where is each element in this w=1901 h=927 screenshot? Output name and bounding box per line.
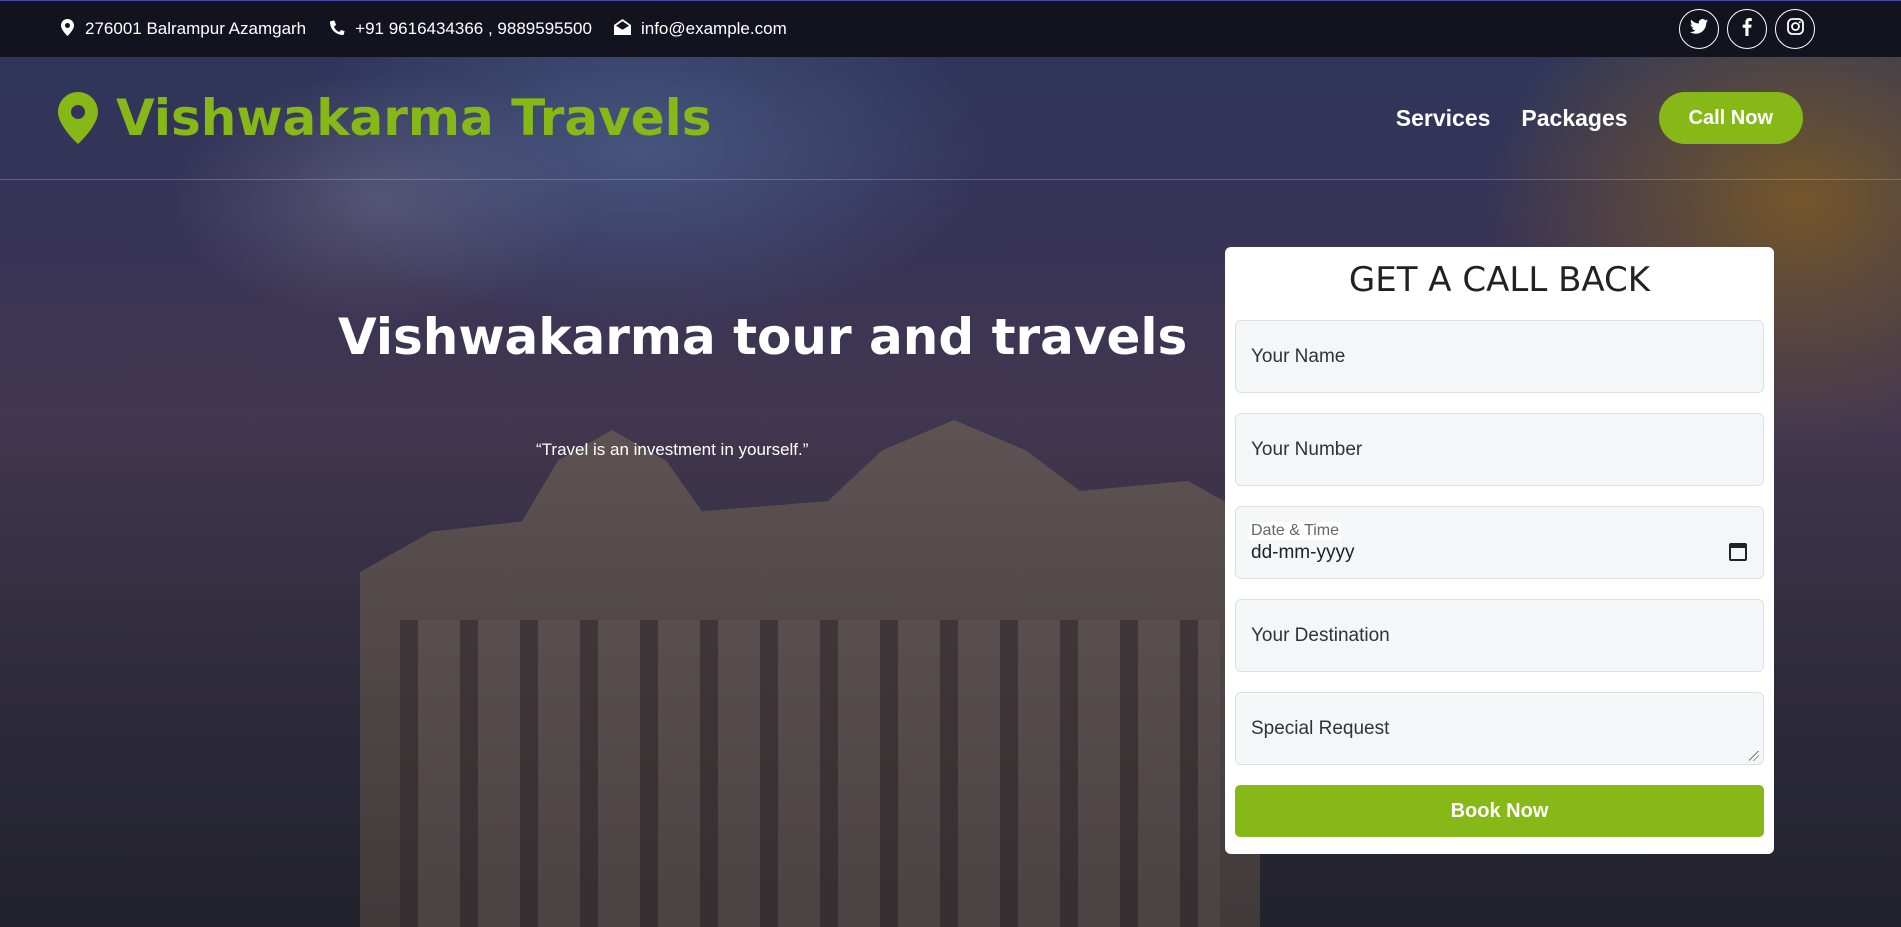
phone-item[interactable]: +91 9616434366 , 9889595500 [328, 19, 592, 40]
instagram-button[interactable] [1775, 9, 1815, 49]
calendar-icon[interactable] [1729, 543, 1747, 561]
facebook-button[interactable] [1727, 9, 1767, 49]
name-input[interactable]: Your Name [1235, 320, 1764, 393]
address-item: 276001 Balrampur Azamgarh [58, 18, 307, 40]
brand-name: Vishwakarma Travels [116, 89, 712, 147]
number-input[interactable]: Your Number [1235, 413, 1764, 486]
envelope-open-icon [614, 19, 632, 39]
form-title: GET A CALL BACK [1348, 260, 1651, 300]
destination-placeholder: Your Destination [1251, 624, 1390, 646]
resize-handle-icon[interactable] [1749, 751, 1759, 761]
phone-icon [328, 19, 346, 40]
date-value: dd-mm-yyyy [1251, 541, 1355, 563]
special-request-textarea[interactable]: Special Request [1235, 692, 1764, 765]
map-pin-icon [58, 18, 76, 40]
top-bar: 276001 Balrampur Azamgarh +91 9616434366… [0, 0, 1901, 57]
number-placeholder: Your Number [1251, 438, 1363, 460]
request-placeholder: Special Request [1251, 717, 1390, 739]
main-navbar: Vishwakarma Travels Services Packages Ca… [0, 57, 1901, 180]
twitter-button[interactable] [1679, 9, 1719, 49]
nav-link-services[interactable]: Services [1396, 105, 1491, 132]
date-time-input[interactable]: Date & Time dd-mm-yyyy [1235, 506, 1764, 579]
contact-info: 276001 Balrampur Azamgarh +91 9616434366… [58, 18, 787, 40]
nav-link-packages[interactable]: Packages [1521, 105, 1627, 132]
callback-form: GET A CALL BACK Your Name Your Number Da… [1225, 247, 1774, 854]
call-now-button[interactable]: Call Now [1658, 92, 1803, 144]
destination-input[interactable]: Your Destination [1235, 599, 1764, 672]
name-placeholder: Your Name [1251, 345, 1346, 367]
instagram-icon [1786, 18, 1804, 40]
email-text: info@example.com [640, 19, 787, 38]
map-marker-icon [58, 92, 98, 144]
email-item[interactable]: info@example.com [614, 19, 787, 39]
book-now-button[interactable]: Book Now [1235, 785, 1764, 837]
hero-title: Vishwakarma tour and travels [338, 308, 1188, 366]
social-links [1679, 9, 1815, 49]
nav-links: Services Packages Call Now [1396, 92, 1803, 144]
hero-quote: “Travel is an investment in yourself.” [536, 440, 809, 459]
facebook-icon [1742, 17, 1752, 41]
brand-logo-link[interactable]: Vishwakarma Travels [58, 89, 712, 147]
twitter-icon [1690, 19, 1708, 39]
date-time-label: Date & Time [1249, 521, 1342, 540]
phone-text: +91 9616434366 , 9889595500 [355, 19, 592, 38]
address-text: 276001 Balrampur Azamgarh [85, 19, 307, 38]
